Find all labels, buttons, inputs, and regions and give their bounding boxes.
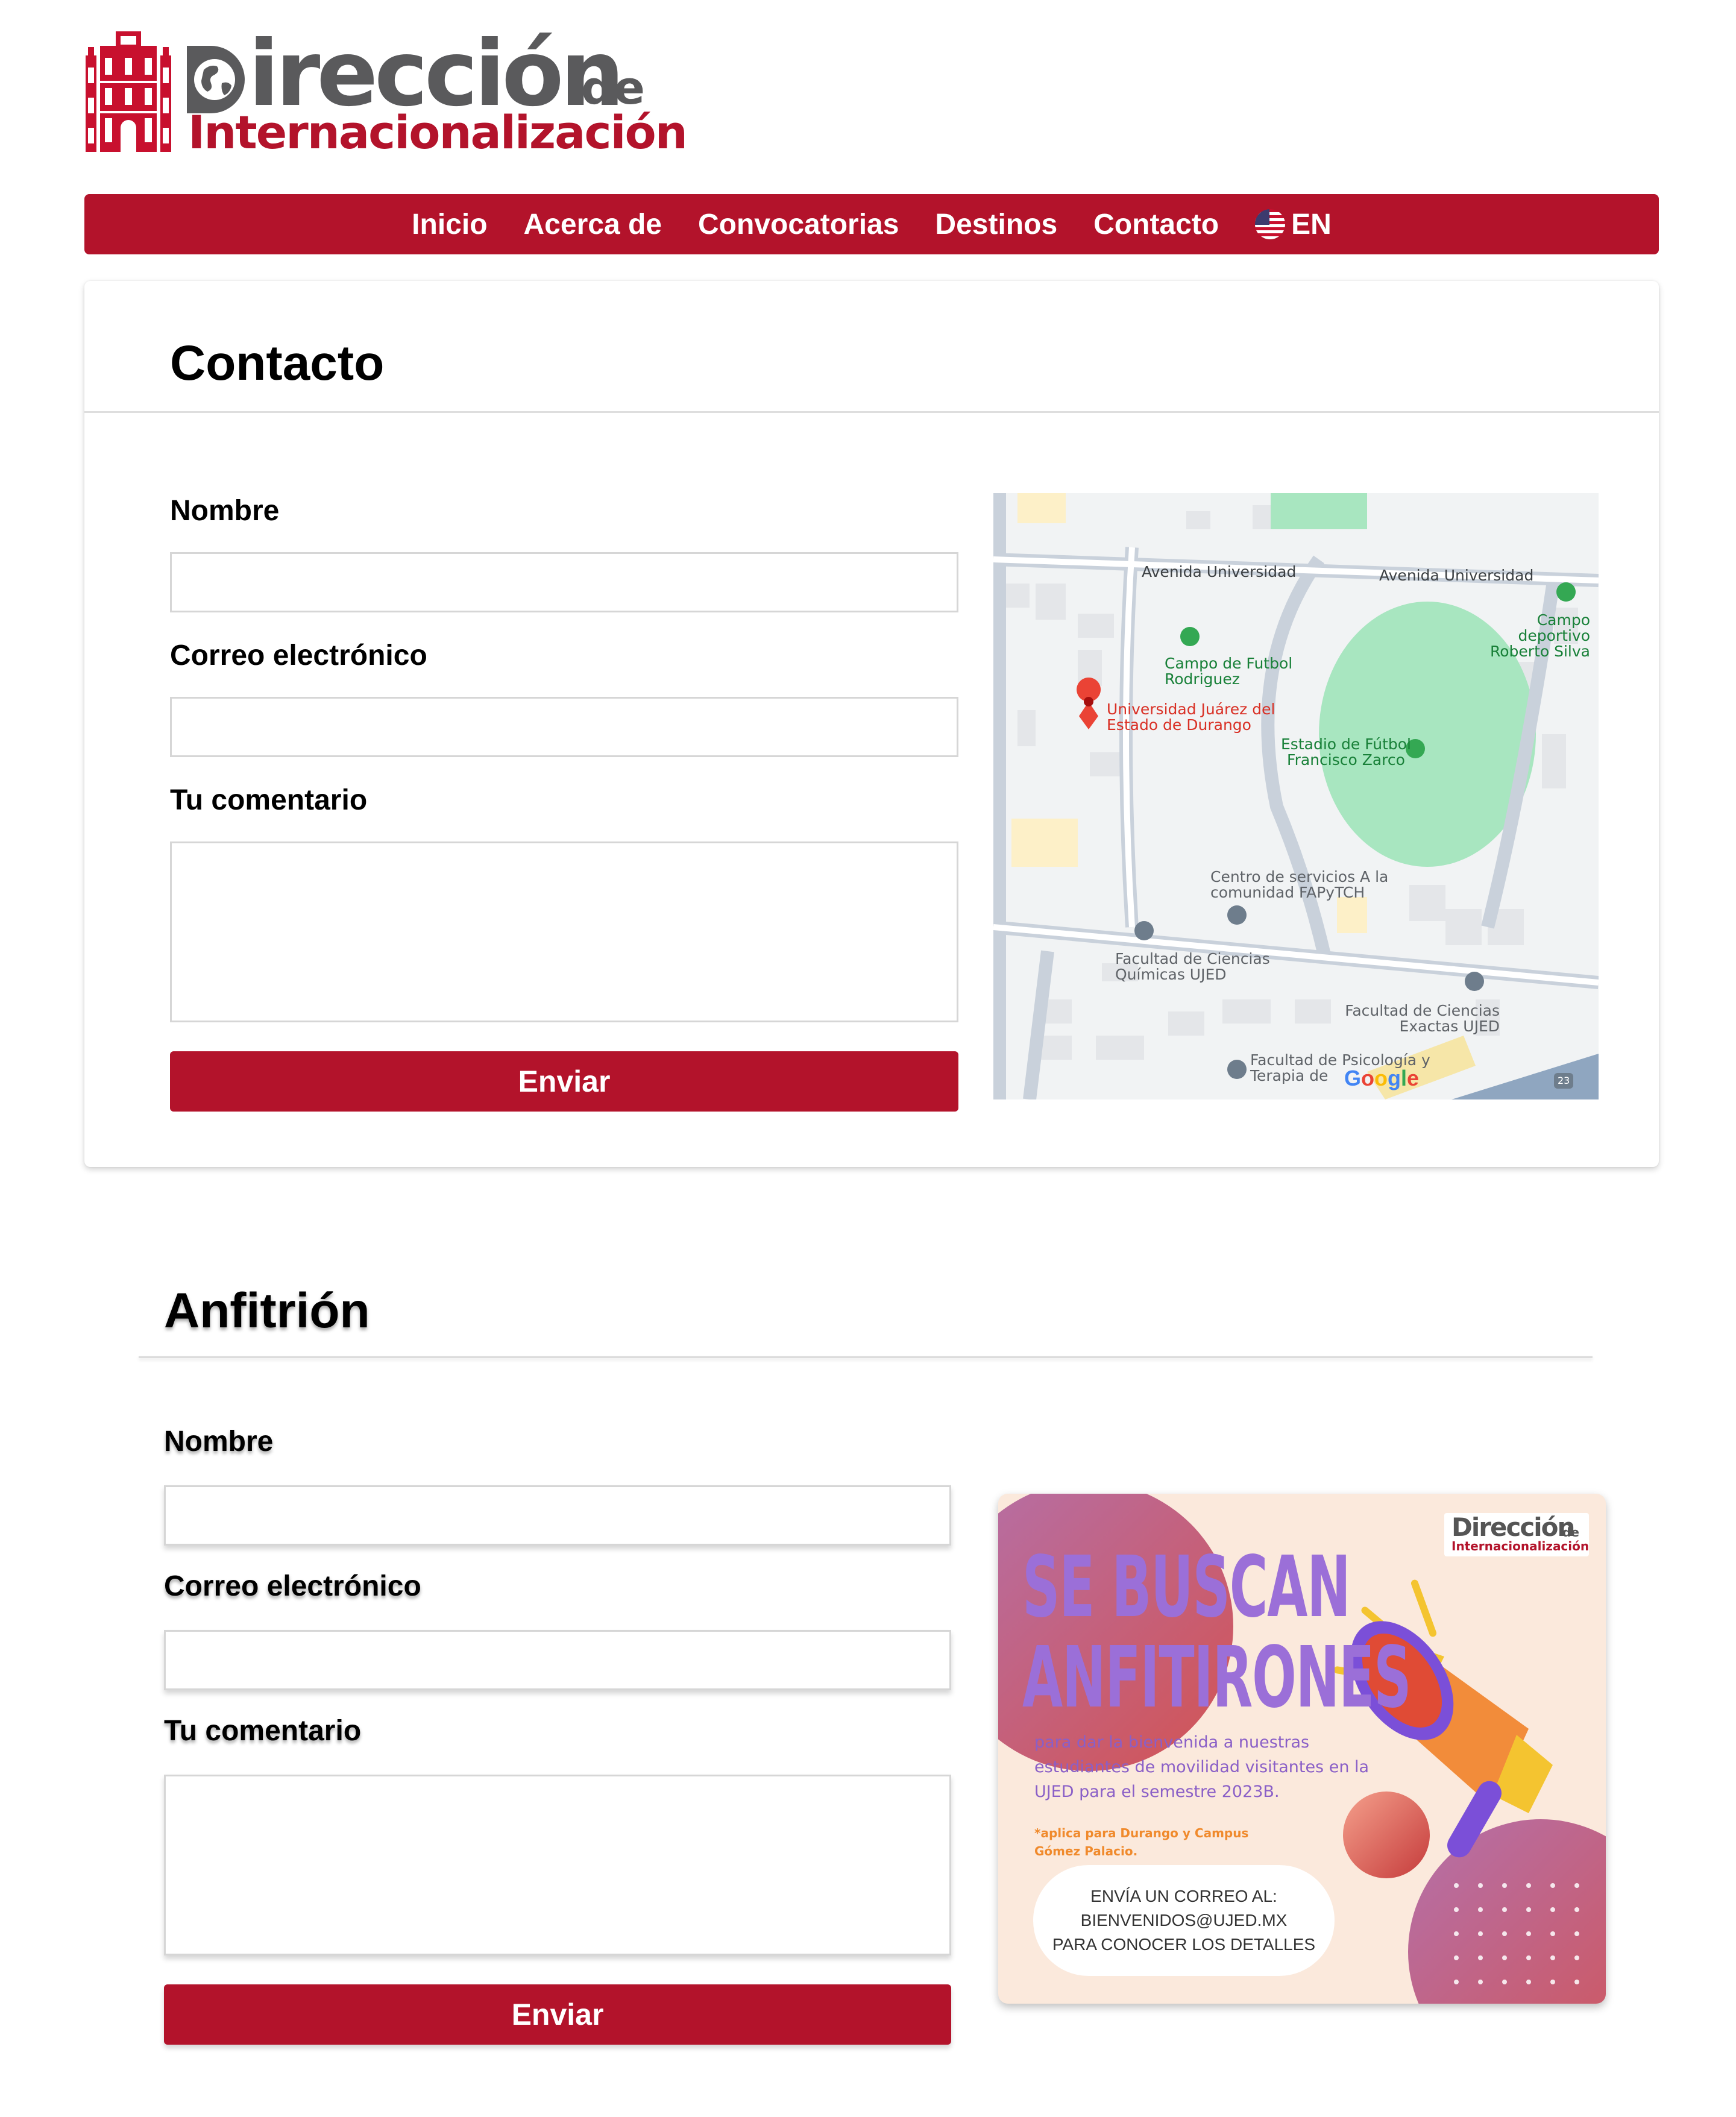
host-title: Anfitrión (164, 1283, 370, 1338)
nav-convocatorias[interactable]: Convocatorias (698, 208, 899, 241)
logo-word-internacionalizacion: Internacionalización (188, 105, 688, 159)
map-place-fac-exactas: Facultad de Ciencias Exactas UJED (1345, 1002, 1500, 1035)
building-logo-icon (86, 31, 171, 152)
map-place-campo-futbol: Campo de Futbol Rodriguez (1165, 655, 1293, 688)
nav-contacto[interactable]: Contacto (1093, 208, 1219, 241)
contact-comentario-textarea[interactable] (170, 841, 958, 1022)
host-nombre-input[interactable] (164, 1485, 951, 1546)
poster-logo-line2: Internacionalización (1451, 1539, 1590, 1553)
nav-acerca-de[interactable]: Acerca de (524, 208, 662, 241)
host-comentario-textarea[interactable] (164, 1775, 951, 1955)
nav-language-switch[interactable]: EN (1255, 208, 1332, 241)
nav-inicio[interactable]: Inicio (412, 208, 487, 241)
map-place-ujed: Universidad Juárez del Estado de Durango (1107, 700, 1275, 734)
host-recruitment-poster: Dirección de Internacionalización SE BUS… (998, 1494, 1606, 2004)
google-logo: Google (1344, 1066, 1420, 1090)
contact-title: Contacto (170, 336, 385, 391)
contact-divider (84, 411, 1659, 413)
poster-headline-2: ANFITIRONES (1022, 1629, 1412, 1727)
language-label: EN (1291, 208, 1332, 241)
map-street-1: Avenida Universidad (1142, 563, 1297, 580)
map-place-campo-deportivo: Campo deportivo Roberto Silva (1490, 611, 1590, 660)
host-divider (139, 1356, 1593, 1358)
poster-logo-de: de (1562, 1525, 1579, 1540)
map-road-shield: 23 (1558, 1075, 1570, 1086)
poster-cta-line-2: BIENVENIDOS@UJED.MX (1080, 1911, 1288, 1930)
contact-correo-label: Correo electrónico (170, 640, 427, 672)
site-logo[interactable]: irección de Internacionalización (86, 29, 688, 157)
map-place-fac-quimicas: Facultad de Ciencias Químicas UJED (1115, 950, 1270, 983)
map-place-centro-servicios: Centro de servicios A la comunidad FAPyT… (1210, 868, 1389, 901)
host-nombre-label: Nombre (164, 1426, 274, 1458)
poster-cta-bubble: ENVÍA UN CORREO AL: BIENVENIDOS@UJED.MX … (1033, 1865, 1335, 1976)
contact-nombre-label: Nombre (170, 495, 280, 527)
globe-icon (187, 46, 245, 113)
host-correo-input[interactable] (164, 1630, 951, 1690)
map-street-2: Avenida Universidad (1379, 567, 1534, 584)
poster-body-text: para dar la bienvenida a nuestras estudi… (1034, 1733, 1370, 1801)
location-map[interactable]: Avenida Universidad Avenida Universidad … (993, 493, 1599, 1099)
poster-cta-line-1: ENVÍA UN CORREO AL: (1090, 1887, 1277, 1905)
contact-submit-button[interactable]: Enviar (170, 1051, 958, 1112)
host-submit-button[interactable]: Enviar (164, 1984, 951, 2045)
logo-word-de: de (581, 61, 645, 115)
contact-correo-input[interactable] (170, 697, 958, 757)
main-nav: Inicio Acerca de Convocatorias Destinos … (84, 194, 1659, 254)
poster-headline-1: SE BUSCAN (1022, 1538, 1351, 1637)
nav-destinos[interactable]: Destinos (935, 208, 1057, 241)
us-flag-icon (1255, 209, 1286, 239)
poster-logo: Dirección de Internacionalización (1444, 1513, 1589, 1556)
map-place-estadio: Estadio de Fútbol Francisco Zarco (1281, 735, 1411, 769)
poster-note: *aplica para Durango y Campus Gómez Pala… (1034, 1826, 1249, 1858)
poster-logo-line1: Dirección (1451, 1512, 1575, 1542)
contact-comentario-label: Tu comentario (170, 784, 368, 816)
host-correo-label: Correo electrónico (164, 1570, 421, 1602)
host-comentario-label: Tu comentario (164, 1715, 362, 1747)
contact-card: Contacto Nombre Correo electrónico Tu co… (84, 281, 1659, 1167)
contact-nombre-input[interactable] (170, 552, 958, 612)
poster-cta-line-3: PARA CONOCER LOS DETALLES (1052, 1935, 1316, 1954)
